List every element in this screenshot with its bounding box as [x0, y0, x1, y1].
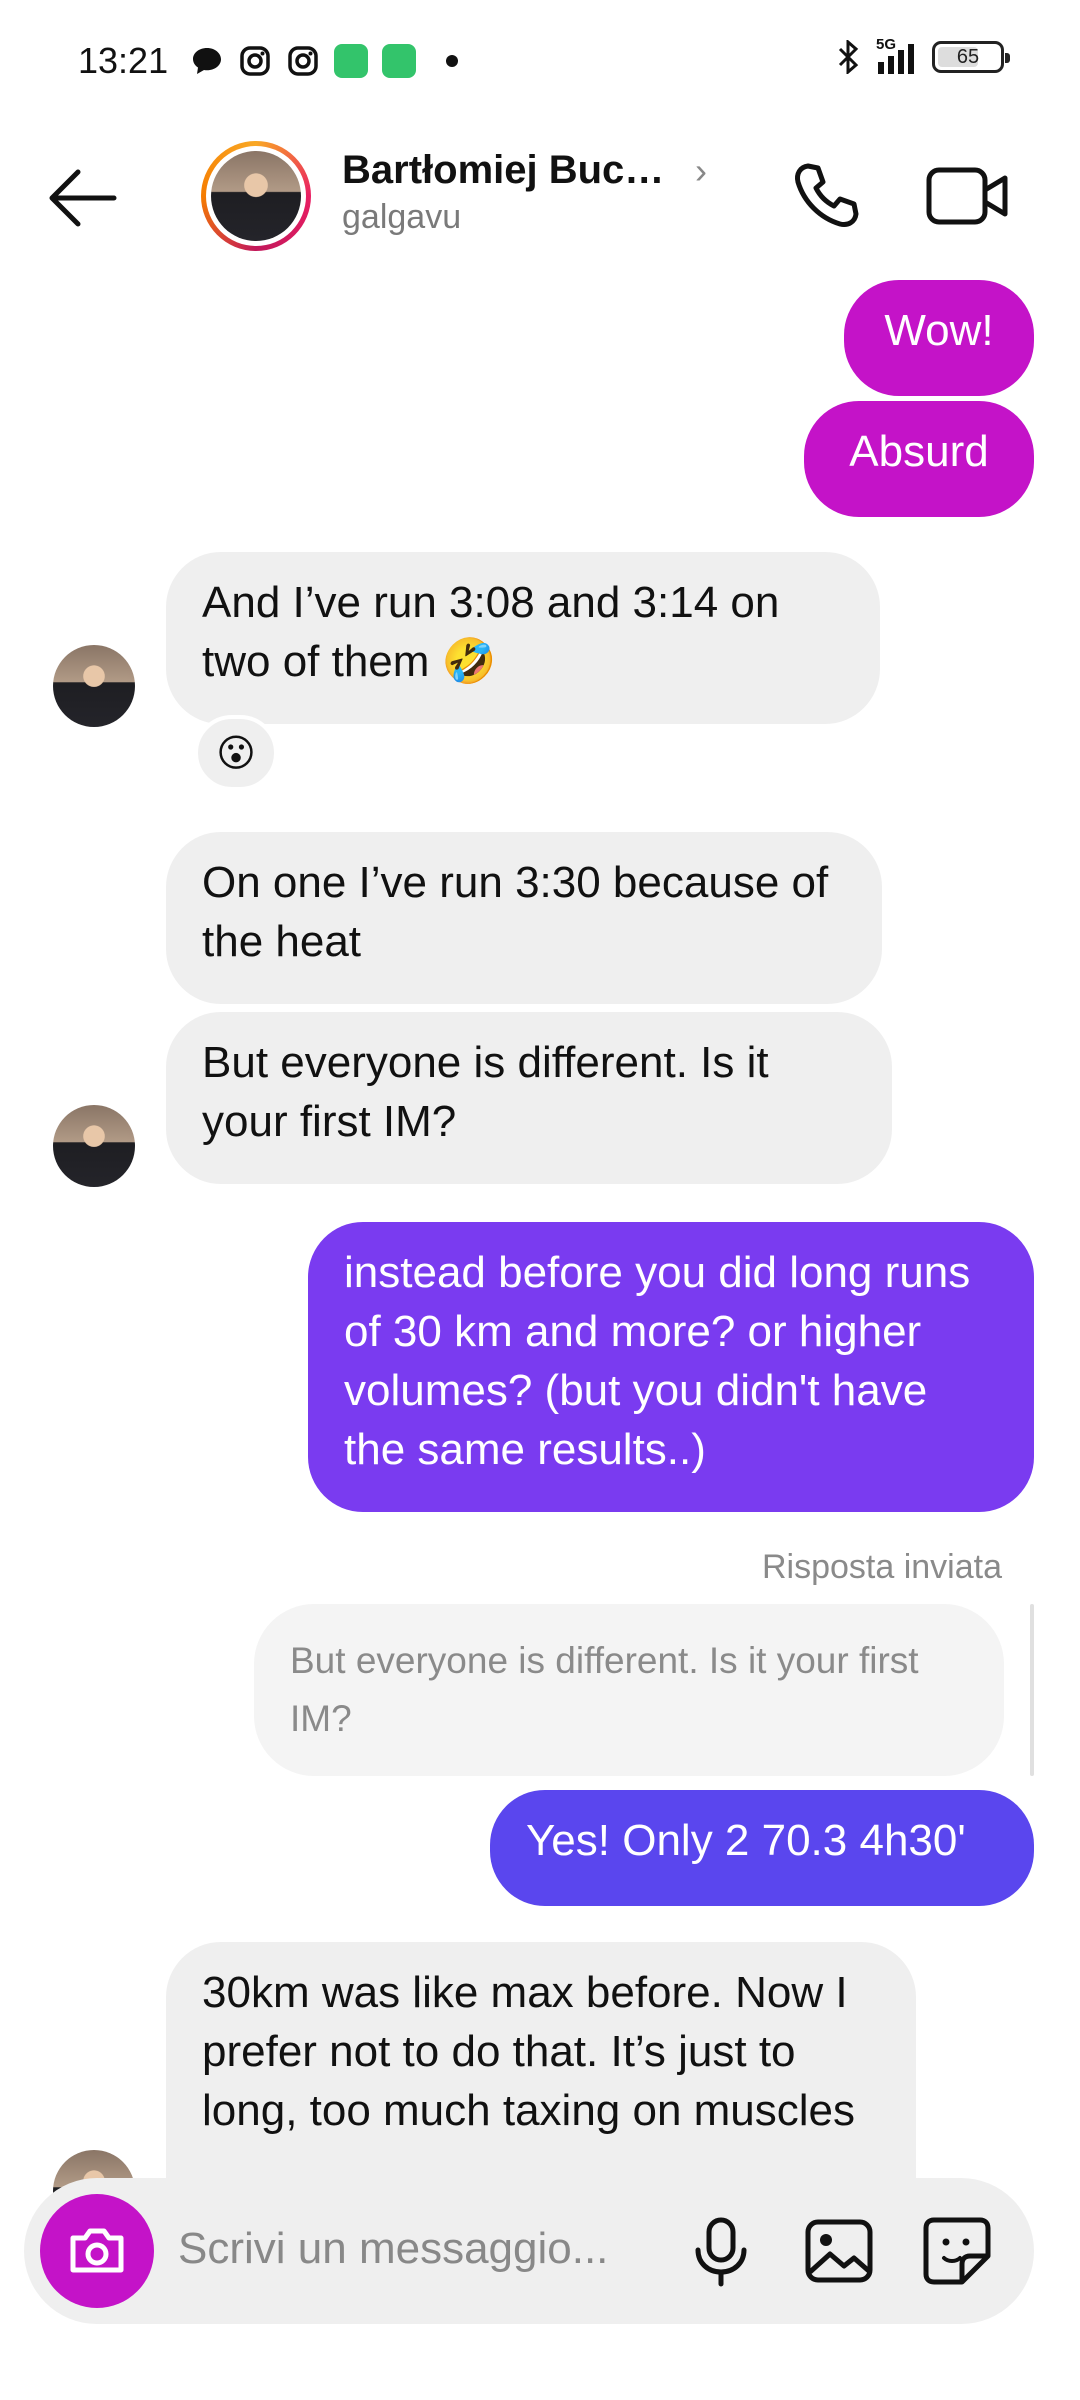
chevron-right-icon[interactable]: ›	[695, 150, 707, 192]
quoted-message[interactable]: But everyone is different. Is it your fi…	[254, 1604, 1004, 1776]
notification-icons	[190, 44, 458, 78]
message-bubble-incoming[interactable]: But everyone is different. Is it your fi…	[166, 1012, 892, 1184]
app-notification-icon	[334, 44, 368, 78]
message-bubble-outgoing[interactable]: Absurd	[804, 401, 1034, 517]
battery-icon: 65	[932, 41, 1010, 73]
back-arrow-icon[interactable]	[44, 160, 120, 236]
contact-name[interactable]: Bartłomiej Buc…	[342, 148, 664, 193]
message-bubble-outgoing[interactable]: Wow!	[844, 280, 1034, 396]
chat-bubble-icon	[190, 44, 224, 78]
phone-icon[interactable]	[788, 158, 864, 234]
message-bubble-incoming[interactable]: 30km was like max before. Now I prefer n…	[166, 1942, 916, 2182]
message-composer: Scrivi un messaggio...	[24, 2178, 1034, 2324]
avatar[interactable]	[201, 141, 311, 251]
reaction-emoji: 😮	[216, 731, 256, 775]
video-camera-icon[interactable]	[925, 158, 1011, 234]
bluetooth-icon	[838, 40, 859, 74]
sticker-icon[interactable]	[920, 2214, 994, 2288]
microphone-icon[interactable]	[684, 2214, 758, 2288]
message-bubble-incoming[interactable]: And I’ve run 3:08 and 3:14 on two of the…	[166, 552, 880, 724]
gallery-icon[interactable]	[802, 2214, 876, 2288]
status-bar: 13:21 5G 65	[0, 0, 1080, 120]
chat-header: Bartłomiej Buc… › galgavu	[0, 130, 1080, 260]
message-input[interactable]: Scrivi un messaggio...	[178, 2224, 608, 2274]
quote-divider	[1030, 1604, 1034, 1776]
message-bubble-outgoing[interactable]: instead before you did long runs of 30 k…	[308, 1222, 1034, 1512]
system-icons: 5G 65	[836, 36, 1010, 74]
sender-avatar[interactable]	[53, 1105, 135, 1187]
network-label: 5G	[876, 36, 897, 53]
status-time: 13:21	[78, 40, 169, 81]
camera-icon	[70, 2228, 124, 2273]
more-notifications-icon	[446, 55, 458, 67]
instagram-icon	[286, 44, 320, 78]
instagram-icon	[238, 44, 272, 78]
battery-saver-icon	[382, 44, 416, 78]
message-bubble-incoming[interactable]: On one I’ve run 3:30 because of the heat	[166, 832, 882, 1004]
camera-button[interactable]	[40, 2194, 154, 2308]
signal-icon: 5G	[876, 36, 914, 74]
sender-avatar[interactable]	[53, 645, 135, 727]
battery-level: 65	[956, 45, 980, 68]
contact-username[interactable]: galgavu	[342, 198, 461, 237]
message-bubble-outgoing[interactable]: Yes! Only 2 70.3 4h30'	[490, 1790, 1034, 1906]
reaction-badge[interactable]: 😮	[194, 715, 278, 791]
reply-sent-label: Risposta inviata	[761, 1548, 1002, 1586]
